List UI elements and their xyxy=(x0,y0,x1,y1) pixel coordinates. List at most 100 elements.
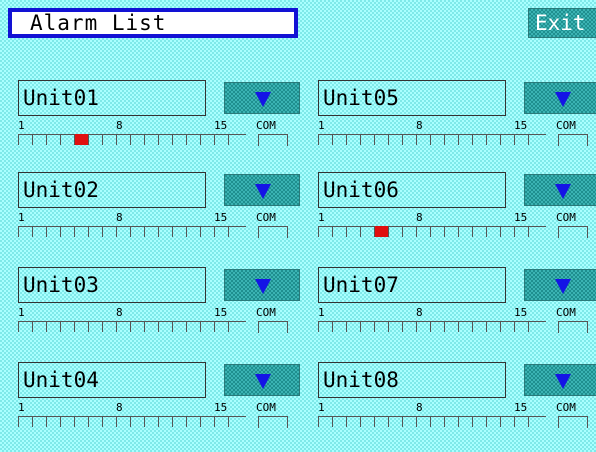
alarm-bit-6 xyxy=(88,226,102,237)
unit-name-field[interactable]: Unit05 xyxy=(318,80,506,116)
alarm-bit-7 xyxy=(102,321,116,332)
unit-panel-8: Unit08 1 8 15 COM xyxy=(318,362,596,452)
alarm-bit-10 xyxy=(444,416,458,427)
alarm-bit-8 xyxy=(416,416,430,427)
alarm-bit-6 xyxy=(88,134,102,145)
alarm-bit-1 xyxy=(18,134,32,145)
unit-dropdown-button[interactable] xyxy=(524,174,596,206)
unit-dropdown-button[interactable] xyxy=(524,364,596,396)
alarm-strip-end xyxy=(528,321,529,332)
alarm-bit-5 xyxy=(74,134,88,145)
scale-end-label: 15 xyxy=(214,119,228,132)
scale-mid-label: 8 xyxy=(416,401,423,414)
com-alarm-indicator xyxy=(258,416,288,428)
alarm-bit-11 xyxy=(158,134,172,145)
alarm-bit-10 xyxy=(144,226,158,237)
alarm-bit-5 xyxy=(74,416,88,427)
alarm-bit-15 xyxy=(214,416,228,427)
triangle-down-icon xyxy=(555,184,571,199)
alarm-bit-1 xyxy=(18,226,32,237)
alarm-bit-3 xyxy=(346,321,360,332)
unit-name-field[interactable]: Unit06 xyxy=(318,172,506,208)
alarm-bit-14 xyxy=(500,134,514,145)
unit-dropdown-button[interactable] xyxy=(224,364,300,396)
scale-start-label: 1 xyxy=(18,306,25,319)
alarm-bit-11 xyxy=(458,134,472,145)
alarm-bit-5 xyxy=(374,226,388,237)
unit-name-field[interactable]: Unit03 xyxy=(18,267,206,303)
scale-start-label: 1 xyxy=(18,119,25,132)
unit-name-field[interactable]: Unit04 xyxy=(18,362,206,398)
unit-dropdown-button[interactable] xyxy=(524,269,596,301)
alarm-bit-12 xyxy=(172,226,186,237)
alarm-bit-6 xyxy=(388,134,402,145)
unit-panel-4: Unit04 1 8 15 COM xyxy=(18,362,318,452)
unit-dropdown-button[interactable] xyxy=(224,269,300,301)
alarm-bit-13 xyxy=(186,134,200,145)
alarm-bit-7 xyxy=(402,321,416,332)
alarm-bit-11 xyxy=(158,321,172,332)
exit-button[interactable]: Exit xyxy=(528,8,596,38)
alarm-bit-3 xyxy=(46,321,60,332)
alarm-bit-strip xyxy=(18,416,244,428)
com-alarm-indicator xyxy=(258,321,288,333)
alarm-bit-1 xyxy=(318,416,332,427)
alarm-bit-9 xyxy=(130,416,144,427)
com-alarm-indicator xyxy=(558,416,588,428)
alarm-bit-2 xyxy=(332,226,346,237)
alarm-bit-1 xyxy=(318,321,332,332)
alarm-bit-13 xyxy=(486,226,500,237)
alarm-bit-11 xyxy=(158,226,172,237)
com-alarm-indicator xyxy=(258,134,288,146)
unit-panel-7: Unit07 1 8 15 COM xyxy=(318,267,596,357)
alarm-bit-2 xyxy=(332,416,346,427)
alarm-bit-6 xyxy=(388,321,402,332)
alarm-bit-8 xyxy=(416,226,430,237)
scale-com-label: COM xyxy=(256,401,276,414)
com-alarm-indicator xyxy=(558,321,588,333)
triangle-down-icon xyxy=(255,279,271,294)
triangle-down-icon xyxy=(255,184,271,199)
unit-dropdown-button[interactable] xyxy=(224,82,300,114)
scale-start-label: 1 xyxy=(318,119,325,132)
triangle-down-icon xyxy=(555,92,571,107)
alarm-bit-12 xyxy=(472,134,486,145)
alarm-strip-end xyxy=(528,134,529,145)
alarm-bit-3 xyxy=(346,416,360,427)
unit-dropdown-button[interactable] xyxy=(524,82,596,114)
scale-mid-label: 8 xyxy=(416,211,423,224)
alarm-bit-3 xyxy=(46,134,60,145)
scale-start-label: 1 xyxy=(318,401,325,414)
unit-name-field[interactable]: Unit01 xyxy=(18,80,206,116)
alarm-bit-7 xyxy=(102,226,116,237)
alarm-bit-14 xyxy=(500,416,514,427)
alarm-bit-strip xyxy=(318,226,544,238)
alarm-bit-4 xyxy=(60,416,74,427)
alarm-bit-strip xyxy=(18,321,244,333)
alarm-bit-2 xyxy=(32,226,46,237)
alarm-bit-5 xyxy=(74,226,88,237)
alarm-bit-2 xyxy=(32,416,46,427)
unit-dropdown-button[interactable] xyxy=(224,174,300,206)
alarm-bit-2 xyxy=(32,134,46,145)
scale-com-label: COM xyxy=(256,306,276,319)
alarm-strip-end xyxy=(228,134,229,145)
scale-end-label: 15 xyxy=(514,119,528,132)
unit-name-field[interactable]: Unit07 xyxy=(318,267,506,303)
scale-mid-label: 8 xyxy=(116,211,123,224)
scale-end-label: 15 xyxy=(214,211,228,224)
unit-name-field[interactable]: Unit02 xyxy=(18,172,206,208)
alarm-bit-strip xyxy=(318,134,544,146)
alarm-bit-4 xyxy=(360,134,374,145)
alarm-bit-11 xyxy=(158,416,172,427)
alarm-bit-8 xyxy=(116,416,130,427)
unit-panel-3: Unit03 1 8 15 COM xyxy=(18,267,318,357)
triangle-down-icon xyxy=(555,279,571,294)
alarm-bit-3 xyxy=(46,226,60,237)
alarm-bit-7 xyxy=(102,416,116,427)
scale-com-label: COM xyxy=(556,119,576,132)
unit-name-field[interactable]: Unit08 xyxy=(318,362,506,398)
alarm-bit-4 xyxy=(60,226,74,237)
alarm-bit-6 xyxy=(88,321,102,332)
alarm-bit-4 xyxy=(60,134,74,145)
